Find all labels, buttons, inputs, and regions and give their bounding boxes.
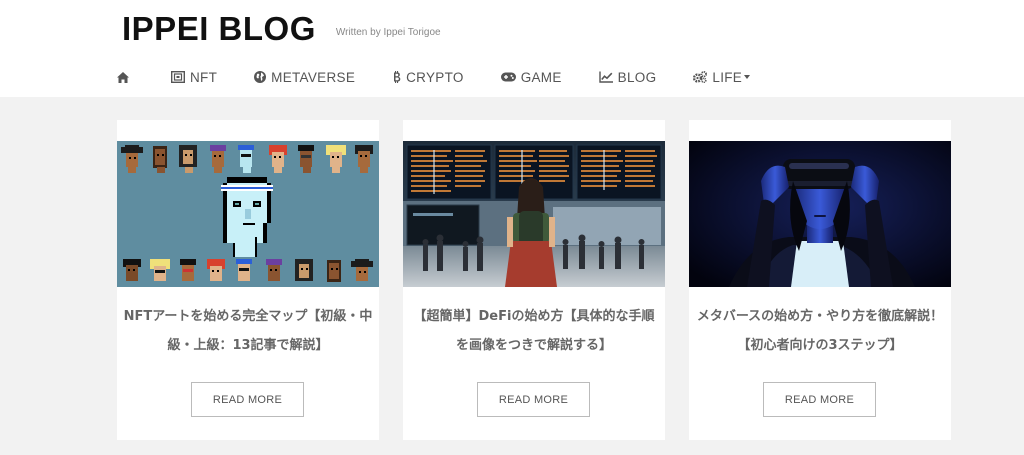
nav-item-metaverse[interactable]: METAVERSE [254, 70, 355, 85]
nav-label: LIFE [712, 69, 743, 85]
site-logo[interactable]: IPPEI BLOG [122, 10, 316, 48]
nav-label: NFT [190, 69, 218, 85]
chevron-down-icon [744, 75, 751, 79]
post-card[interactable]: 【超簡単】DeFiの始め方【具体的な手順を画像をつきで解説する】 READ MO… [403, 120, 665, 440]
airport-image [403, 141, 665, 287]
post-title[interactable]: メタバースの始め方・やり方を徹底解説！【初心者向けの3ステップ】 [695, 302, 945, 360]
nav-item-game[interactable]: GAME [500, 69, 562, 85]
nav-item-life[interactable]: LIFE [693, 69, 751, 85]
nav-label: GAME [520, 69, 562, 85]
read-more-button[interactable]: READ MORE [763, 382, 876, 417]
read-more-button[interactable]: READ MORE [191, 382, 304, 417]
post-thumbnail[interactable] [689, 141, 951, 287]
nav-item-home[interactable] [117, 71, 134, 83]
line-chart-icon [598, 71, 613, 83]
gamepad-icon [500, 72, 516, 82]
nav-item-blog[interactable]: BLOG [598, 69, 657, 85]
branding: IPPEI BLOG Written by Ippei Torigoe [122, 10, 441, 48]
cogs-icon [693, 71, 708, 83]
nav-label: CRYPTO [406, 69, 464, 85]
cryptopunks-image [117, 141, 379, 287]
post-thumbnail[interactable] [403, 141, 665, 287]
home-icon [117, 71, 129, 83]
main-nav: NFT METAVERSE CRYPTO GAME BLOG LIFE [117, 67, 787, 87]
post-title[interactable]: 【超簡単】DeFiの始め方【具体的な手順を画像をつきで解説する】 [409, 302, 659, 360]
globe-icon [254, 71, 267, 83]
nav-label: BLOG [617, 69, 657, 85]
site-tagline: Written by Ippei Torigoe [335, 26, 441, 38]
nav-item-nft[interactable]: NFT [171, 70, 217, 85]
post-card[interactable]: NFTアートを始める完全マップ【初級・中級・上級：13記事で解説】 READ M… [117, 120, 379, 440]
bitcoin-icon [392, 71, 401, 83]
post-thumbnail[interactable] [117, 141, 379, 287]
vr-headset-image [689, 141, 951, 287]
nft-frame-icon [171, 71, 185, 83]
nav-item-crypto[interactable]: CRYPTO [392, 70, 464, 85]
post-title[interactable]: NFTアートを始める完全マップ【初級・中級・上級：13記事で解説】 [123, 302, 373, 360]
post-card[interactable]: メタバースの始め方・やり方を徹底解説！【初心者向けの3ステップ】 READ MO… [689, 120, 951, 440]
site-header: IPPEI BLOG Written by Ippei Torigoe NFT … [0, 0, 1024, 97]
read-more-button[interactable]: READ MORE [477, 382, 590, 417]
nav-label: METAVERSE [271, 69, 356, 85]
